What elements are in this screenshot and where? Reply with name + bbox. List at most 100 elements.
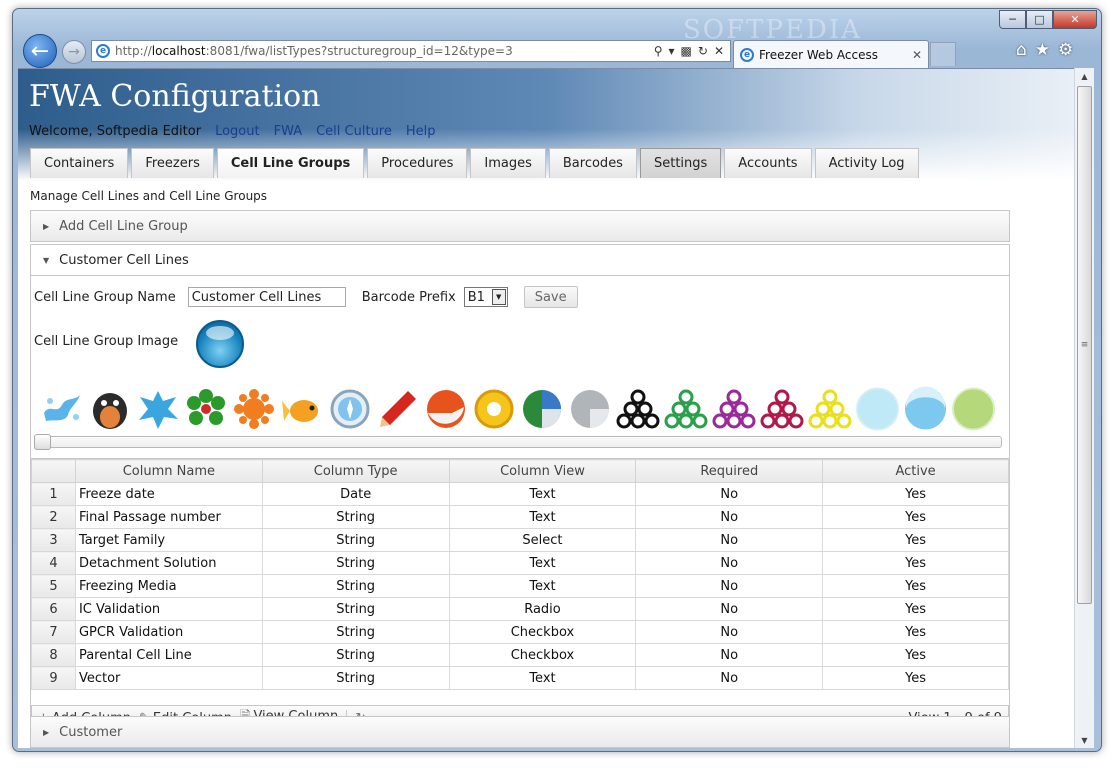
add-cell-line-group-header[interactable]: ▶ Add Cell Line Group	[30, 210, 1010, 242]
tab-freezers[interactable]: Freezers	[131, 148, 214, 178]
close-button[interactable]: ✕	[1053, 10, 1097, 29]
tab-title: Freezer Web Access	[759, 47, 878, 62]
welcome-text: Welcome, Softpedia Editor	[29, 124, 202, 139]
green-ball-icon[interactable]	[951, 386, 996, 431]
compat-view-icon[interactable]: ▩	[681, 44, 692, 58]
collapsed-triangle-icon: ▶	[43, 221, 50, 231]
page-subtitle: Manage Cell Lines and Cell Line Groups	[30, 189, 268, 203]
back-button[interactable]: ←	[23, 34, 57, 68]
column-type-header[interactable]: Column Type	[261, 459, 450, 483]
refresh-icon[interactable]: ↻	[698, 44, 708, 58]
dropdown-icon[interactable]: ▾	[669, 44, 675, 58]
scroll-down-icon[interactable]: ▼	[1075, 732, 1094, 748]
tab-cell-line-groups[interactable]: Cell Line Groups	[216, 148, 365, 178]
green-rings-icon[interactable]	[663, 386, 708, 431]
home-icon[interactable]: ⌂	[1016, 40, 1027, 60]
group-panel: Cell Line Group Name Customer Cell Lines…	[30, 276, 1010, 731]
purple-rings-icon[interactable]	[711, 386, 756, 431]
columns-grid: Column Name Column Type Column View Requ…	[31, 458, 1009, 690]
penguin-icon[interactable]	[87, 386, 132, 431]
tab-activity-log[interactable]: Activity Log	[814, 148, 919, 178]
group-name-label: Cell Line Group Name	[34, 289, 176, 305]
table-row[interactable]: 8 Parental Cell Line String Checkbox No Yes	[31, 643, 1009, 667]
cell-culture-link[interactable]: Cell Culture	[316, 124, 392, 139]
grey-pie-icon[interactable]	[567, 386, 612, 431]
column-view-header[interactable]: Column View	[448, 459, 637, 483]
scroll-up-icon[interactable]: ▲	[1075, 68, 1094, 84]
table-row[interactable]: 2 Final Passage number String Text No Yes	[31, 505, 1009, 529]
table-row[interactable]: 9 Vector String Text No Yes	[31, 666, 1009, 690]
address-tools: ⚲ ▾ ▩ ↻ ✕	[654, 44, 730, 58]
black-rings-icon[interactable]	[615, 386, 660, 431]
new-tab-button[interactable]	[930, 42, 956, 66]
browser-tools: ⌂ ★ ⚙	[1016, 40, 1073, 60]
customer-cell-lines-header[interactable]: ▼ Customer Cell Lines	[30, 244, 1010, 276]
orange-sphere-icon[interactable]	[423, 386, 468, 431]
tab-settings[interactable]: Settings	[639, 148, 722, 178]
logout-link[interactable]: Logout	[215, 124, 260, 139]
water-splash-icon[interactable]	[39, 386, 84, 431]
light-blue-ball-icon[interactable]	[855, 386, 900, 431]
forward-button[interactable]: →	[62, 40, 86, 64]
green-pie-icon[interactable]	[519, 386, 564, 431]
favorites-star-icon[interactable]: ★	[1035, 40, 1050, 60]
column-name-header[interactable]: Column Name	[74, 459, 263, 483]
browser-window: SOFTPEDIA ─ □ ✕ ← → e http://localhost:8…	[12, 8, 1102, 752]
yellow-gear-icon[interactable]	[471, 386, 516, 431]
crimson-rings-icon[interactable]	[759, 386, 804, 431]
red-pen-icon[interactable]	[375, 386, 420, 431]
active-header[interactable]: Active	[822, 459, 1009, 483]
fwa-link[interactable]: FWA	[274, 124, 303, 139]
page-scrollbar[interactable]: ▲ ≡ ▼	[1074, 68, 1094, 748]
row-number-header	[31, 459, 76, 483]
columns-table: Column Name Column Type Column View Requ…	[31, 459, 1009, 690]
address-url[interactable]: http://localhost:8081/fwa/listTypes?stru…	[115, 44, 654, 58]
barcode-prefix-label: Barcode Prefix	[361, 289, 456, 305]
tab-containers[interactable]: Containers	[30, 148, 129, 178]
maximize-button[interactable]: □	[1026, 10, 1053, 29]
selected-group-image	[196, 320, 244, 368]
minimize-button[interactable]: ─	[999, 10, 1026, 29]
search-icon[interactable]: ⚲	[654, 44, 663, 58]
tab-procedures[interactable]: Procedures	[367, 148, 468, 178]
barcode-prefix-select[interactable]: B1 ▼	[463, 287, 508, 307]
browser-tab[interactable]: e Freezer Web Access ✕	[733, 40, 929, 68]
save-button[interactable]: Save	[523, 286, 578, 308]
compass-icon[interactable]	[327, 386, 372, 431]
scrollbar-handle[interactable]	[34, 434, 51, 450]
table-row[interactable]: 6 IC Validation String Radio No Yes	[31, 597, 1009, 621]
tab-close-icon[interactable]: ✕	[912, 48, 922, 62]
chevron-down-icon: ▼	[491, 289, 506, 305]
group-name-input[interactable]: Customer Cell Lines	[187, 287, 346, 307]
required-header[interactable]: Required	[635, 459, 824, 483]
back-arrow-icon: ←	[30, 38, 50, 64]
table-row[interactable]: 4 Detachment Solution String Text No Yes	[31, 551, 1009, 575]
goldfish-icon[interactable]	[279, 386, 324, 431]
blue-ball-icon[interactable]	[903, 386, 948, 431]
table-row[interactable]: 5 Freezing Media String Text No Yes	[31, 574, 1009, 598]
app-title: FWA Configuration	[29, 79, 321, 114]
ie-icon: e	[96, 44, 110, 58]
welcome-bar: Welcome, Softpedia Editor Logout FWA Cel…	[29, 124, 436, 139]
scrollbar-thumb[interactable]: ≡	[1077, 86, 1092, 604]
page-content: FWA Configuration Welcome, Softpedia Edi…	[18, 68, 1074, 748]
yellow-rings-icon[interactable]	[807, 386, 852, 431]
icq-flower-icon[interactable]	[183, 386, 228, 431]
blue-splash-icon[interactable]	[135, 386, 180, 431]
table-row[interactable]: 7 GPCR Validation String Checkbox No Yes	[31, 620, 1009, 644]
stop-icon[interactable]: ✕	[714, 44, 724, 58]
tab-barcodes[interactable]: Barcodes	[548, 148, 637, 178]
image-picker	[39, 386, 996, 431]
customer-group-header[interactable]: ▶ Customer	[30, 716, 1010, 748]
address-bar[interactable]: e http://localhost:8081/fwa/listTypes?st…	[91, 40, 731, 62]
table-header-row: Column Name Column Type Column View Requ…	[31, 459, 1009, 483]
gear-icon[interactable]: ⚙	[1058, 40, 1073, 60]
help-link[interactable]: Help	[406, 124, 436, 139]
tab-images[interactable]: Images	[470, 148, 546, 178]
image-scrollbar[interactable]	[34, 434, 1002, 450]
orange-gear-icon[interactable]	[231, 386, 276, 431]
tab-accounts[interactable]: Accounts	[724, 148, 812, 178]
forward-arrow-icon: →	[68, 44, 80, 60]
table-row[interactable]: 3 Target Family String Select No Yes	[31, 528, 1009, 552]
table-row[interactable]: 1 Freeze date Date Text No Yes	[31, 482, 1009, 506]
